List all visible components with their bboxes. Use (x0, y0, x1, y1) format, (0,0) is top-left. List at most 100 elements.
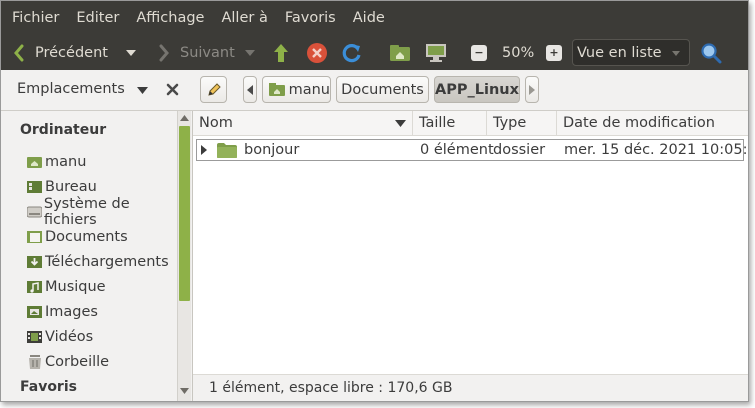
file-manager-window: Fichier Editer Affichage Aller à Favoris… (0, 0, 749, 402)
sidebar-item-musique[interactable]: Musique (27, 276, 106, 298)
home-folder-icon (390, 44, 410, 61)
zoom-in-icon: + (546, 44, 562, 61)
breadcrumb-home[interactable]: manu (262, 76, 331, 103)
chevron-left-icon (247, 84, 253, 95)
column-header-nom[interactable]: Nom (193, 111, 413, 135)
breadcrumb-label: manu (288, 81, 330, 98)
sidebar-item-label: Vidéos (45, 329, 94, 345)
sidebar-heading-computer: Ordinateur (20, 122, 107, 138)
back-history-dropdown[interactable] (125, 35, 137, 70)
menu-bar: Fichier Editer Affichage Aller à Favoris… (1, 1, 748, 35)
view-mode-label: Vue en liste (577, 44, 662, 61)
sidebar-item-telechargements[interactable]: Téléchargements (27, 251, 169, 273)
sort-descending-icon (395, 120, 406, 127)
sidebar-heading-favoris: Favoris (20, 379, 77, 395)
location-bar: Emplacements manu Documents APP_Linux (1, 70, 748, 111)
menu-favoris[interactable]: Favoris (274, 10, 342, 26)
documents-icon (27, 231, 42, 243)
status-text: 1 élément, espace libre : 170,6 GB (209, 380, 453, 396)
column-header-date[interactable]: Date de modification (557, 111, 748, 135)
file-name: bonjour (244, 142, 300, 158)
zoom-out-icon: − (471, 44, 487, 61)
menu-editer[interactable]: Editer (65, 10, 125, 26)
zoom-level: 50% (502, 44, 535, 61)
close-pane-icon[interactable] (166, 83, 179, 96)
back-label: Précédent (35, 44, 108, 61)
column-header-label: Date de modification (563, 115, 715, 131)
sidebar-item-bureau[interactable]: Bureau (27, 176, 97, 198)
computer-button[interactable] (425, 35, 447, 70)
sidebar-item-label: Images (45, 304, 98, 320)
chevron-down-icon[interactable] (180, 388, 189, 394)
up-arrow-icon (274, 43, 288, 62)
file-list-pane: Nom Taille Type Date de modification bon… (192, 111, 748, 401)
home-button[interactable] (389, 35, 411, 70)
breadcrumb-app-linux[interactable]: APP_Linux (434, 76, 520, 103)
forward-history-dropdown[interactable] (244, 35, 256, 70)
zoom-in-button[interactable]: + (546, 35, 562, 70)
column-header-taille[interactable]: Taille (413, 111, 487, 135)
home-folder-icon (27, 157, 42, 168)
places-selector[interactable]: Emplacements (17, 81, 125, 97)
file-size: 0 élément (420, 142, 494, 158)
zoom-out-button[interactable]: − (471, 35, 487, 70)
breadcrumb-scroll-right[interactable] (525, 76, 539, 103)
stop-button[interactable] (306, 35, 328, 70)
column-header-type[interactable]: Type (487, 111, 557, 135)
breadcrumb-label: APP_Linux (435, 81, 519, 98)
desktop-icon (27, 181, 42, 193)
back-button[interactable]: Précédent (13, 35, 108, 70)
column-header-label: Taille (419, 115, 456, 131)
sidebar-item-documents[interactable]: Documents (27, 226, 128, 248)
sidebar-item-label: Musique (45, 279, 106, 295)
reload-icon (342, 43, 361, 62)
menu-aide[interactable]: Aide (342, 10, 391, 26)
forward-arrow-icon (159, 44, 169, 61)
chevron-up-icon[interactable] (180, 115, 189, 121)
back-arrow-icon (14, 44, 24, 61)
pictures-icon (27, 306, 42, 318)
forward-label: Suivant (180, 44, 235, 61)
sidebar-item-images[interactable]: Images (27, 301, 98, 323)
chevron-down-icon (672, 51, 680, 56)
chevron-right-icon (529, 84, 535, 95)
chevron-down-icon[interactable] (137, 87, 148, 94)
sidebar-item-label: Corbeille (45, 354, 110, 370)
scrollbar-thumb[interactable] (179, 126, 190, 301)
pencil-icon (207, 82, 221, 96)
status-bar: 1 élément, espace libre : 170,6 GB (193, 374, 748, 401)
sidebar-item-label: manu (45, 154, 87, 170)
sidebar-item-videos[interactable]: Vidéos (27, 326, 93, 348)
breadcrumb-scroll-left[interactable] (243, 76, 257, 103)
folder-icon (217, 143, 237, 158)
videos-icon (27, 331, 42, 343)
trash-icon (29, 355, 41, 369)
sidebar-item-corbeille[interactable]: Corbeille (27, 351, 109, 373)
menu-aller-a[interactable]: Aller à (210, 10, 273, 26)
toolbar: Précédent Suivant − 50% + Vue en liste (1, 35, 748, 70)
chevron-down-icon (126, 49, 136, 56)
sidebar: Ordinateur manu Bureau Système de fichie… (1, 111, 177, 401)
sidebar-item-manu[interactable]: manu (27, 151, 86, 173)
reload-button[interactable] (341, 35, 363, 70)
home-folder-icon (269, 83, 285, 96)
forward-button[interactable]: Suivant (158, 35, 235, 70)
drive-icon (27, 206, 42, 218)
edit-location-button[interactable] (200, 76, 227, 103)
places-label: Emplacements (17, 81, 125, 97)
menu-affichage[interactable]: Affichage (125, 10, 210, 26)
sidebar-item-systeme-de-fichiers[interactable]: Système de fichiers (27, 196, 177, 228)
expander-triangle-icon[interactable] (201, 145, 207, 155)
menu-fichier[interactable]: Fichier (1, 10, 65, 26)
sidebar-scrollbar[interactable] (177, 111, 191, 401)
breadcrumb-documents[interactable]: Documents (336, 76, 429, 103)
sidebar-item-label: Bureau (45, 179, 97, 195)
search-button[interactable] (700, 35, 722, 70)
breadcrumb-label: Documents (341, 81, 424, 98)
table-row[interactable]: bonjour 0 élément dossier mer. 15 déc. 2… (196, 139, 748, 161)
file-type: dossier (493, 142, 546, 158)
music-icon (27, 281, 42, 293)
view-mode-select[interactable]: Vue en liste (572, 39, 690, 66)
sidebar-item-label: Système de fichiers (43, 196, 130, 228)
up-button[interactable] (272, 35, 290, 70)
